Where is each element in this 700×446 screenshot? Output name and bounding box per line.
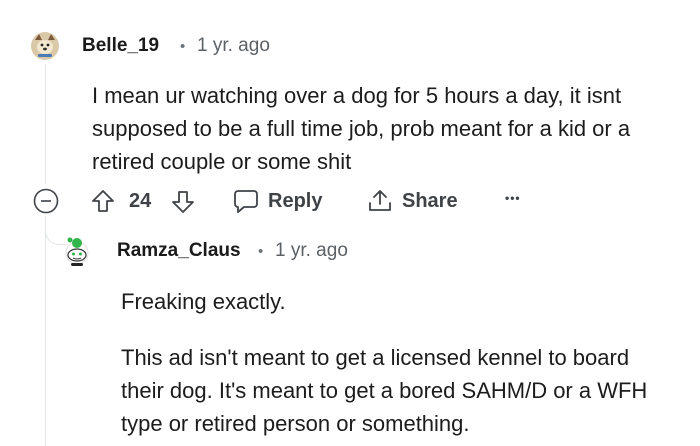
comment: Belle_19 • 1 yr. ago I mean ur watching …	[0, 0, 700, 220]
vote-count: 24	[129, 190, 152, 212]
comment-body: I mean ur watching over a dog for 5 hour…	[92, 83, 631, 174]
share-icon	[366, 188, 394, 214]
arrow-down-icon[interactable]	[170, 189, 196, 215]
comment-timestamp[interactable]: 1 yr. ago	[275, 240, 348, 262]
comment-paragraph: This ad isn't meant to get a licensed ke…	[121, 345, 648, 436]
reply-comment: Ramza_Claus • 1 yr. ago Freaking exactly…	[0, 225, 700, 446]
reply-button[interactable]: Reply	[232, 188, 322, 214]
meta-separator: •	[258, 243, 264, 260]
chat-bubble-icon	[232, 188, 260, 214]
collapse-minus-icon[interactable]	[33, 188, 59, 214]
comment-paragraph: Freaking exactly.	[121, 289, 286, 314]
comment-username[interactable]: Belle_19	[82, 35, 159, 57]
snoo-avatar-icon[interactable]	[62, 235, 92, 267]
arrow-up-icon[interactable]	[90, 188, 116, 214]
meta-separator: •	[180, 38, 186, 55]
comment-username[interactable]: Ramza_Claus	[117, 240, 241, 262]
more-options-button[interactable]: •••	[505, 191, 521, 205]
share-label: Share	[402, 189, 458, 212]
share-button[interactable]: Share	[366, 188, 458, 214]
comment-timestamp[interactable]: 1 yr. ago	[197, 35, 270, 57]
dog-avatar-icon[interactable]	[30, 31, 60, 61]
reply-label: Reply	[268, 189, 323, 212]
